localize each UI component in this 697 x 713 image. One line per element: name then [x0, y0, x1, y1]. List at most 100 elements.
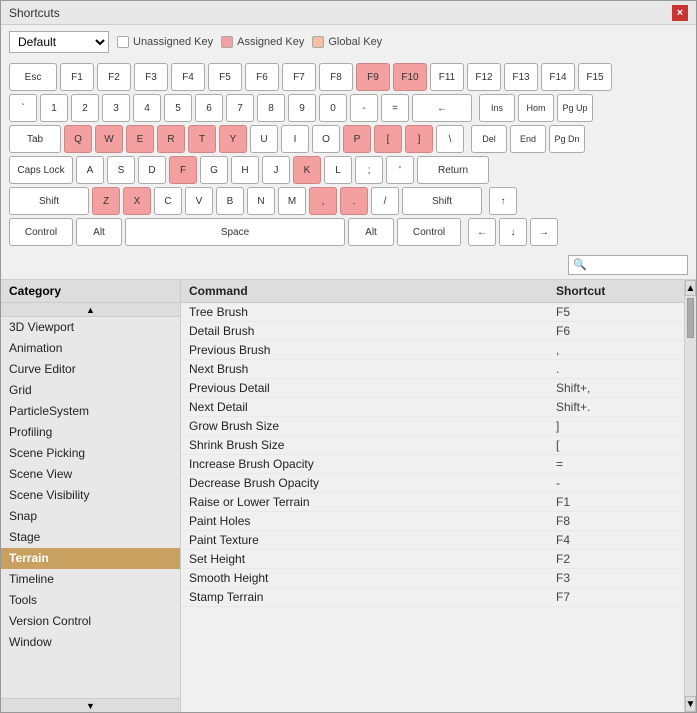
key-u[interactable]: U [250, 125, 278, 153]
key-f1[interactable]: F1 [60, 63, 94, 91]
command-row[interactable]: Next Brush. [181, 360, 684, 379]
key-f9[interactable]: F9 [356, 63, 390, 91]
key-f11[interactable]: F11 [430, 63, 464, 91]
key-o[interactable]: O [312, 125, 340, 153]
key-4[interactable]: 4 [133, 94, 161, 122]
category-item[interactable]: Scene View [1, 464, 180, 485]
key-home[interactable]: Hom [518, 94, 554, 122]
command-row[interactable]: Stamp TerrainF7 [181, 588, 684, 607]
key-g[interactable]: G [200, 156, 228, 184]
key-esc[interactable]: Esc [9, 63, 57, 91]
category-item[interactable]: Profiling [1, 422, 180, 443]
category-item[interactable]: Terrain [1, 548, 180, 569]
key-f15[interactable]: F15 [578, 63, 612, 91]
command-row[interactable]: Tree BrushF5 [181, 303, 684, 322]
key-end[interactable]: End [510, 125, 546, 153]
key-f6[interactable]: F6 [245, 63, 279, 91]
key-tab[interactable]: Tab [9, 125, 61, 153]
category-item[interactable]: Snap [1, 506, 180, 527]
key-f[interactable]: F [169, 156, 197, 184]
command-row[interactable]: Set HeightF2 [181, 550, 684, 569]
key-r[interactable]: R [157, 125, 185, 153]
key-i[interactable]: I [281, 125, 309, 153]
category-item[interactable]: 3D Viewport [1, 317, 180, 338]
key-3[interactable]: 3 [102, 94, 130, 122]
category-item[interactable]: Stage [1, 527, 180, 548]
key-f8[interactable]: F8 [319, 63, 353, 91]
key-6[interactable]: 6 [195, 94, 223, 122]
key-down[interactable]: ↓ [499, 218, 527, 246]
key-left[interactable]: ← [468, 218, 496, 246]
key-quote[interactable]: ' [386, 156, 414, 184]
command-row[interactable]: Paint HolesF8 [181, 512, 684, 531]
key-f7[interactable]: F7 [282, 63, 316, 91]
key-l[interactable]: L [324, 156, 352, 184]
command-row[interactable]: Raise or Lower TerrainF1 [181, 493, 684, 512]
key-f12[interactable]: F12 [467, 63, 501, 91]
category-item[interactable]: Timeline [1, 569, 180, 590]
command-row[interactable]: Shrink Brush Size[ [181, 436, 684, 455]
key-t[interactable]: T [188, 125, 216, 153]
key-d[interactable]: D [138, 156, 166, 184]
key-alt-right[interactable]: Alt [348, 218, 394, 246]
key-9[interactable]: 9 [288, 94, 316, 122]
key-space[interactable]: Space [125, 218, 345, 246]
category-item[interactable]: Tools [1, 590, 180, 611]
key-shift-left[interactable]: Shift [9, 187, 89, 215]
command-row[interactable]: Decrease Brush Opacity- [181, 474, 684, 493]
close-button[interactable]: × [672, 5, 688, 21]
key-f5[interactable]: F5 [208, 63, 242, 91]
key-0[interactable]: 0 [319, 94, 347, 122]
key-ctrl-left[interactable]: Control [9, 218, 73, 246]
key-s[interactable]: S [107, 156, 135, 184]
key-a[interactable]: A [76, 156, 104, 184]
key-right[interactable]: → [530, 218, 558, 246]
key-backspace[interactable]: ← [412, 94, 472, 122]
key-8[interactable]: 8 [257, 94, 285, 122]
key-equals[interactable]: = [381, 94, 409, 122]
key-pgup[interactable]: Pg Up [557, 94, 593, 122]
key-j[interactable]: J [262, 156, 290, 184]
command-row[interactable]: Grow Brush Size] [181, 417, 684, 436]
key-up[interactable]: ↑ [489, 187, 517, 215]
key-q[interactable]: Q [64, 125, 92, 153]
key-f14[interactable]: F14 [541, 63, 575, 91]
key-w[interactable]: W [95, 125, 123, 153]
category-item[interactable]: Scene Picking [1, 443, 180, 464]
key-alt-left[interactable]: Alt [76, 218, 122, 246]
key-f4[interactable]: F4 [171, 63, 205, 91]
key-v[interactable]: V [185, 187, 213, 215]
category-item[interactable]: ParticleSystem [1, 401, 180, 422]
command-row[interactable]: Previous Brush, [181, 341, 684, 360]
command-row[interactable]: Next DetailShift+. [181, 398, 684, 417]
category-item[interactable]: Curve Editor [1, 359, 180, 380]
key-f10[interactable]: F10 [393, 63, 427, 91]
key-f3[interactable]: F3 [134, 63, 168, 91]
key-p[interactable]: P [343, 125, 371, 153]
key-y[interactable]: Y [219, 125, 247, 153]
key-shift-right[interactable]: Shift [402, 187, 482, 215]
key-comma[interactable]: , [309, 187, 337, 215]
key-minus[interactable]: - [350, 94, 378, 122]
key-backslash[interactable]: \ [436, 125, 464, 153]
key-7[interactable]: 7 [226, 94, 254, 122]
category-scroll-down[interactable]: ▼ [1, 698, 180, 712]
key-return[interactable]: Return [417, 156, 489, 184]
key-m[interactable]: M [278, 187, 306, 215]
key-b[interactable]: B [216, 187, 244, 215]
key-ctrl-right[interactable]: Control [397, 218, 461, 246]
scroll-thumb[interactable] [687, 298, 694, 338]
preset-dropdown[interactable]: Default [9, 31, 109, 53]
command-row[interactable]: Increase Brush Opacity= [181, 455, 684, 474]
key-e[interactable]: E [126, 125, 154, 153]
command-row[interactable]: Detail BrushF6 [181, 322, 684, 341]
key-period[interactable]: . [340, 187, 368, 215]
key-pgdn[interactable]: Pg Dn [549, 125, 585, 153]
command-row[interactable]: Paint TextureF4 [181, 531, 684, 550]
key-k[interactable]: K [293, 156, 321, 184]
key-lbracket[interactable]: [ [374, 125, 402, 153]
key-f13[interactable]: F13 [504, 63, 538, 91]
key-z[interactable]: Z [92, 187, 120, 215]
category-item[interactable]: Grid [1, 380, 180, 401]
key-capslock[interactable]: Caps Lock [9, 156, 73, 184]
